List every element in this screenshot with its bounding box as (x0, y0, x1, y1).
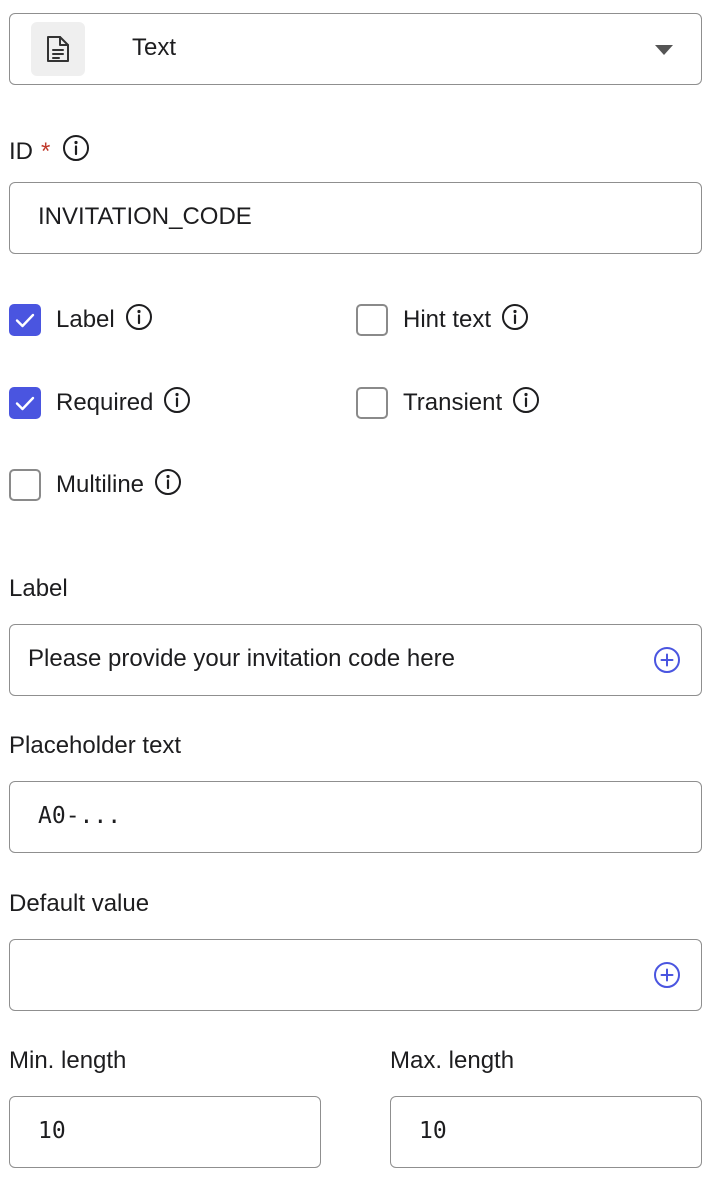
transient-option: Transient (403, 386, 540, 421)
label-input-value: Please provide your invitation code here (28, 645, 455, 672)
required-option: Required (56, 386, 191, 421)
max-length-label: Max. length (390, 1047, 515, 1074)
info-icon[interactable] (512, 386, 540, 421)
field-type-select[interactable]: Text (9, 13, 702, 85)
info-icon[interactable] (501, 303, 529, 338)
required-option-text: Required (56, 389, 154, 416)
default-value-field-label: Default value (9, 890, 150, 917)
label-option-text: Label (56, 306, 115, 333)
add-translation-icon[interactable] (653, 961, 681, 989)
placeholder-input-value: A0-... (38, 803, 122, 829)
label-field-label: Label (9, 575, 68, 602)
multiline-checkbox[interactable] (9, 469, 41, 501)
info-icon[interactable] (154, 468, 182, 503)
chevron-down-icon (655, 45, 673, 55)
add-translation-icon[interactable] (653, 646, 681, 674)
multiline-option-text: Multiline (56, 471, 145, 498)
required-asterisk: * (41, 137, 51, 165)
min-length-label: Min. length (9, 1047, 127, 1074)
id-label: ID (9, 137, 33, 165)
label-checkbox[interactable] (9, 304, 41, 336)
field-type-value: Text (132, 34, 177, 61)
check-icon (15, 396, 35, 411)
hint-text-option-text: Hint text (403, 306, 492, 333)
id-input[interactable]: INVITATION_CODE (9, 182, 702, 254)
min-length-value: 10 (38, 1118, 66, 1144)
info-icon[interactable] (163, 386, 191, 421)
placeholder-input[interactable]: A0-... (9, 781, 702, 853)
transient-checkbox[interactable] (356, 387, 388, 419)
min-length-input[interactable]: 10 (9, 1096, 321, 1168)
required-checkbox[interactable] (9, 387, 41, 419)
max-length-value: 10 (419, 1118, 447, 1144)
document-icon (31, 22, 85, 76)
label-option: Label (56, 303, 153, 338)
hint-text-option: Hint text (403, 303, 529, 338)
check-icon (15, 313, 35, 328)
id-label-row: ID * (9, 134, 90, 169)
placeholder-field-label: Placeholder text (9, 732, 182, 759)
hint-text-checkbox[interactable] (356, 304, 388, 336)
multiline-option: Multiline (56, 468, 182, 503)
transient-option-text: Transient (403, 389, 503, 416)
default-value-input[interactable] (9, 939, 702, 1011)
label-input[interactable]: Please provide your invitation code here (9, 624, 702, 696)
info-icon[interactable] (62, 134, 90, 169)
id-input-value: INVITATION_CODE (38, 203, 252, 230)
max-length-input[interactable]: 10 (390, 1096, 702, 1168)
info-icon[interactable] (125, 303, 153, 338)
